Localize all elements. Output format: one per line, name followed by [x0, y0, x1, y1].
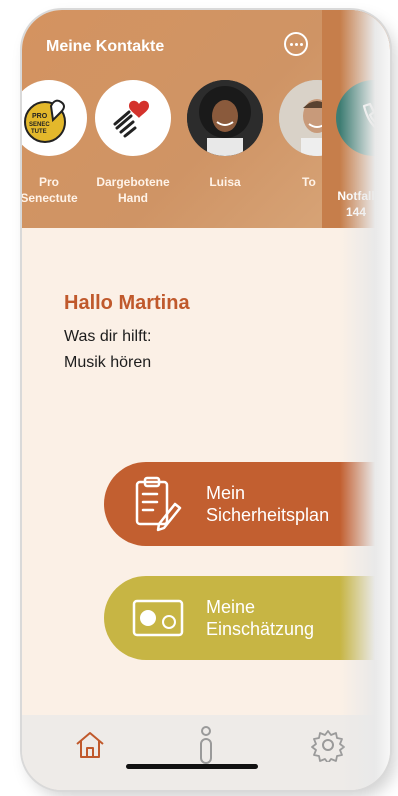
help-title: Was dir hilft:	[64, 328, 152, 345]
emergency-number: 144	[345, 205, 367, 219]
contact-label-line1: Pro	[38, 175, 59, 189]
clipboard-pen-icon	[128, 474, 188, 534]
emergency-label: Notfall	[337, 189, 375, 203]
help-item: Musik hören	[64, 354, 152, 371]
assessment-button[interactable]: Meine Einschätzung	[104, 576, 390, 660]
hand-heart-icon	[95, 80, 171, 156]
phone-icon	[336, 80, 390, 156]
contact-label-line2: Senectute	[22, 191, 78, 205]
settings-gear-icon[interactable]	[308, 725, 348, 765]
more-options-icon[interactable]	[284, 32, 308, 56]
home-icon[interactable]	[70, 725, 110, 765]
contact-dargebotene-hand[interactable]: Dargebotene Hand	[90, 80, 176, 206]
contact-label-line1: Luisa	[209, 175, 241, 189]
toggle-slider-icon	[128, 588, 188, 648]
greeting-title: Hallo Martina	[64, 292, 190, 314]
assessment-label-line2: Einschätzung	[206, 619, 315, 639]
contact-label-line2: Hand	[118, 191, 148, 205]
svg-text:SENEC: SENEC	[29, 122, 50, 128]
contact-label-line1: To	[302, 175, 316, 189]
emergency-contact[interactable]: Notfall 144	[322, 10, 390, 228]
svg-text:PRO: PRO	[32, 113, 48, 120]
info-icon[interactable]	[186, 725, 226, 765]
safety-plan-label-line2: Sicherheitsplan	[206, 505, 330, 525]
home-indicator	[126, 764, 258, 769]
pro-senectute-logo-icon: PRO SENEC TUTE	[22, 80, 87, 156]
contacts-title: Meine Kontakte	[46, 38, 165, 55]
assessment-label-line1: Meine	[206, 597, 256, 617]
safety-plan-button[interactable]: Mein Sicherheitsplan	[104, 462, 390, 546]
contact-pro-senectute[interactable]: PRO SENEC TUTE Pro Senectute	[22, 80, 90, 206]
bottom-navigation	[22, 715, 390, 790]
luisa-avatar	[187, 80, 263, 156]
svg-text:TUTE: TUTE	[31, 129, 47, 135]
safety-plan-label-line1: Mein	[206, 483, 246, 503]
phone-screen: Meine Kontakte PRO SENEC TUTE Pro Senect…	[22, 10, 390, 790]
contact-luisa[interactable]: Luisa	[184, 80, 266, 190]
contacts-header: Meine Kontakte PRO SENEC TUTE Pro Senect…	[22, 10, 390, 228]
contact-label-line1: Dargebotene	[96, 175, 170, 189]
